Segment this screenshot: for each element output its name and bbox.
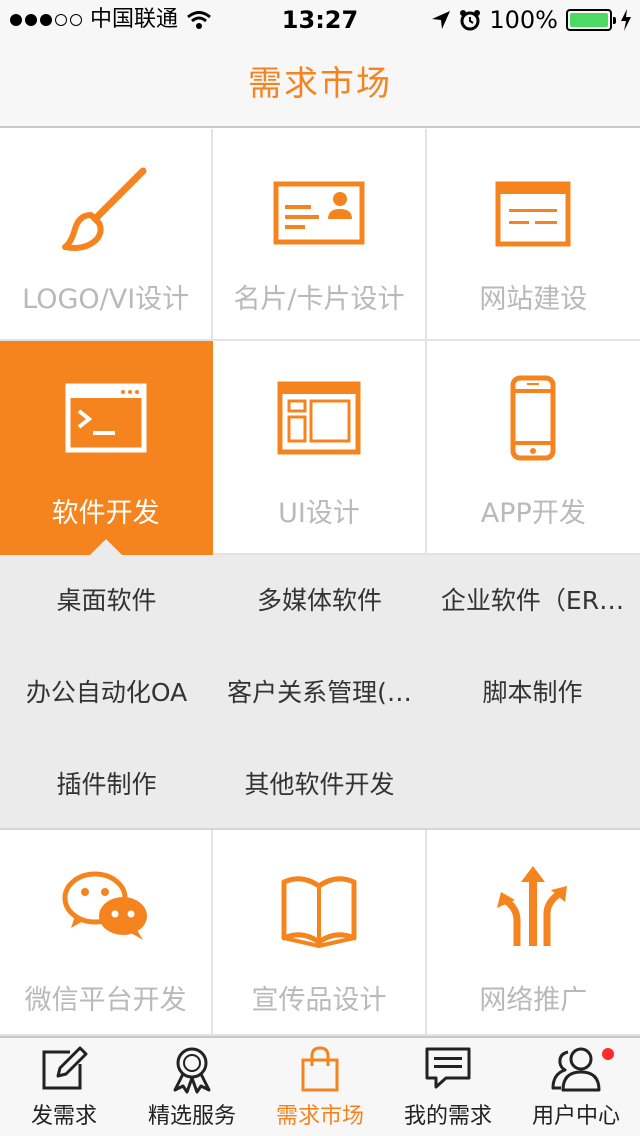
subcategory-item[interactable]: 其他软件开发 — [213, 739, 426, 831]
subcategory-item[interactable]: 办公自动化OA — [0, 647, 213, 739]
tab-label: 发需求 — [30, 1104, 97, 1129]
notification-badge — [602, 1048, 614, 1060]
tab-demand-market[interactable]: 需求市场 — [256, 1038, 384, 1136]
tab-label: 用户中心 — [531, 1104, 620, 1129]
tab-label: 精选服务 — [147, 1104, 236, 1129]
users-icon — [551, 1047, 601, 1092]
browser-window-icon — [495, 181, 571, 247]
smartphone-icon — [510, 375, 556, 461]
charging-bolt-icon — [621, 9, 631, 31]
category-row-2: 软件开发 UI设计 APP开发 — [0, 341, 640, 555]
category-app-development[interactable]: APP开发 — [426, 341, 640, 555]
tab-my-requests[interactable]: 我的需求 — [384, 1038, 512, 1136]
category-business-card-design[interactable]: 名片/卡片设计 — [213, 129, 427, 341]
category-software-development[interactable]: 软件开发 — [0, 341, 214, 555]
layout-icon — [277, 381, 361, 455]
category-online-promotion[interactable]: 网络推广 — [426, 830, 640, 1036]
subcategory-item[interactable]: 脚本制作 — [426, 647, 639, 739]
category-label: APP开发 — [480, 498, 586, 529]
tab-label: 我的需求 — [403, 1104, 492, 1129]
business-card-icon — [273, 181, 365, 245]
tab-user-center[interactable]: 用户中心 — [512, 1038, 640, 1136]
subcategory-item[interactable]: 桌面软件 — [0, 555, 213, 647]
tab-featured-services[interactable]: 精选服务 — [128, 1038, 256, 1136]
category-label: 宣传品设计 — [251, 985, 387, 1016]
location-arrow-icon — [432, 11, 451, 29]
selection-pointer — [90, 539, 122, 555]
category-row-1: LOGO/VI设计 名片/卡片设计 网站建设 — [0, 129, 640, 341]
tab-bar: 发需求 精选服务 需求市场 我的需求 用户中心 — [0, 1036, 640, 1136]
tab-post-request[interactable]: 发需求 — [0, 1038, 128, 1136]
category-logo-vi-design[interactable]: LOGO/VI设计 — [0, 129, 214, 341]
subcategory-item[interactable]: 插件制作 — [0, 739, 213, 831]
category-promotional-material-design[interactable]: 宣传品设计 — [213, 830, 427, 1036]
terminal-icon — [65, 383, 147, 453]
category-label: 网络推广 — [479, 985, 588, 1016]
open-book-icon — [281, 876, 357, 948]
category-wechat-platform[interactable]: 微信平台开发 — [0, 830, 214, 1036]
edit-icon — [42, 1046, 88, 1090]
status-bar: 中国联通 13:27 100% — [0, 0, 640, 40]
page-title: 需求市场 — [248, 64, 392, 104]
category-label: 网站建设 — [479, 284, 588, 315]
wechat-icon — [62, 871, 147, 940]
category-label: LOGO/VI设计 — [22, 284, 190, 315]
battery-percentage: 100% — [489, 6, 558, 34]
arrows-split-icon — [497, 866, 568, 946]
tab-label: 需求市场 — [275, 1104, 364, 1129]
brush-icon — [61, 167, 147, 251]
category-row-3: 微信平台开发 宣传品设计 网络推广 — [0, 830, 640, 1036]
shopping-bag-icon — [301, 1046, 339, 1092]
category-ui-design[interactable]: UI设计 — [213, 341, 427, 555]
category-label: UI设计 — [278, 498, 360, 529]
subcategory-item[interactable]: 多媒体软件 — [213, 555, 426, 647]
battery-icon — [566, 9, 616, 31]
category-website-building[interactable]: 网站建设 — [426, 129, 640, 341]
award-ribbon-icon — [173, 1047, 211, 1094]
alarm-clock-icon — [460, 10, 481, 31]
subcategory-item[interactable]: 企业软件（ER… — [426, 555, 639, 647]
category-label: 名片/卡片设计 — [233, 284, 405, 315]
subcategory-menu: 桌面软件 多媒体软件 企业软件（ER… 办公自动化OA 客户关系管理(… 脚本制… — [0, 555, 640, 830]
subcategory-item[interactable]: 客户关系管理(… — [213, 647, 426, 739]
category-label: 微信平台开发 — [24, 985, 187, 1016]
nav-bar: 需求市场 — [0, 40, 640, 128]
message-icon — [425, 1047, 471, 1089]
status-right: 100% — [431, 6, 632, 34]
category-label: 软件开发 — [51, 498, 160, 529]
